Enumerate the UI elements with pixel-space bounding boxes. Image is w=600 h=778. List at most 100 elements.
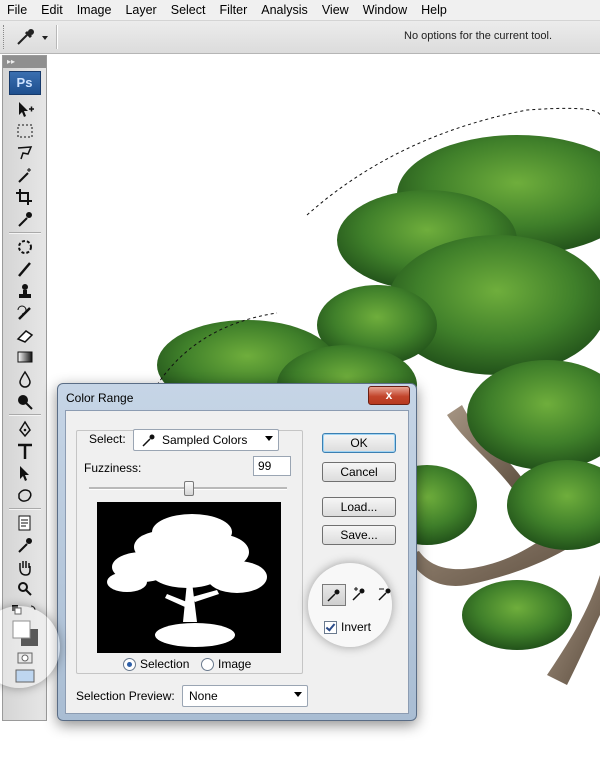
lasso-tool[interactable]	[11, 143, 39, 163]
subtract-eyedropper-button[interactable]	[374, 584, 396, 604]
marquee-tool[interactable]	[11, 121, 39, 141]
fuzziness-input[interactable]: 99	[253, 456, 291, 476]
eyedropper-tool-2[interactable]	[11, 535, 39, 555]
close-button[interactable]: x	[368, 386, 410, 405]
shape-icon	[17, 489, 31, 502]
selection-preview-image	[97, 502, 281, 653]
cancel-button[interactable]: Cancel	[322, 462, 396, 482]
menu-select[interactable]: Select	[164, 0, 213, 20]
healing-brush-tool[interactable]	[11, 237, 39, 257]
menu-help[interactable]: Help	[414, 0, 454, 20]
brush-icon	[17, 262, 31, 277]
gradient-icon	[17, 351, 32, 363]
selection-preview-dropdown[interactable]: None	[182, 685, 308, 707]
eyedropper-icon	[17, 538, 32, 553]
radio-image[interactable]: Image	[201, 657, 251, 671]
invert-checkbox[interactable]	[324, 620, 337, 634]
menu-analysis[interactable]: Analysis	[254, 0, 315, 20]
menu-image[interactable]: Image	[70, 0, 119, 20]
menu-file[interactable]: File	[0, 0, 34, 20]
notes-tool[interactable]	[11, 513, 39, 533]
color-range-dialog: Color Range x Select: Sampled Colors Fuz…	[57, 383, 417, 721]
hand-icon	[18, 561, 31, 576]
rect-marquee-icon	[17, 124, 32, 138]
eraser-tool[interactable]	[11, 325, 39, 345]
pen-tool[interactable]	[11, 419, 39, 439]
crop-icon	[15, 189, 32, 205]
tree-silhouette	[107, 514, 267, 647]
select-value: Sampled Colors	[162, 433, 248, 447]
path-selection-tool[interactable]	[11, 463, 39, 483]
move-icon	[18, 102, 34, 117]
save-button[interactable]: Save...	[322, 525, 396, 545]
toolbox-separator	[8, 414, 41, 416]
magic-wand-icon	[17, 168, 31, 183]
hand-tool[interactable]	[11, 557, 39, 577]
dodge-tool[interactable]	[11, 391, 39, 411]
crop-tool[interactable]	[11, 187, 39, 207]
eyedropper-icon	[17, 29, 48, 45]
eyedropper-icon	[142, 434, 155, 447]
selection-preview-label: Selection Preview:	[76, 689, 175, 703]
type-tool[interactable]	[11, 441, 39, 461]
invert-label: Invert	[341, 620, 372, 634]
fuzziness-label: Fuzziness:	[84, 461, 142, 475]
menu-filter[interactable]: Filter	[212, 0, 254, 20]
selection-preview-value: None	[189, 689, 218, 703]
gradient-tool[interactable]	[11, 347, 39, 367]
clone-stamp-tool[interactable]	[11, 281, 39, 301]
droplet-icon	[18, 370, 31, 388]
dialog-title: Color Range	[66, 391, 134, 405]
fuzziness-slider-thumb[interactable]	[184, 481, 194, 496]
radio-selection-indicator[interactable]	[123, 657, 136, 671]
options-bar: No options for the current tool.	[0, 21, 600, 54]
toolbox-separator	[8, 508, 41, 510]
select-dropdown[interactable]: Sampled Colors	[133, 429, 279, 451]
lasso-icon	[17, 146, 32, 160]
load-button[interactable]: Load...	[322, 497, 396, 517]
zoom-icon	[17, 582, 32, 596]
pen-icon	[18, 420, 31, 438]
toolbox-collapse-handle[interactable]: ▸▸	[3, 56, 46, 68]
eyedropper-tool[interactable]	[11, 209, 39, 229]
menu-window[interactable]: Window	[356, 0, 414, 20]
custom-shape-tool[interactable]	[11, 485, 39, 505]
options-group: Select: Sampled Colors Fuzziness: 99 Sel…	[76, 429, 303, 674]
close-icon: x	[385, 388, 393, 402]
zoom-tool[interactable]	[11, 579, 39, 599]
type-icon	[17, 443, 32, 459]
brush-tool[interactable]	[11, 259, 39, 279]
menu-view[interactable]: View	[315, 0, 356, 20]
ok-button[interactable]: OK	[322, 433, 396, 453]
eyedropper-button[interactable]	[322, 584, 346, 606]
chevron-down-icon	[294, 692, 302, 697]
magic-wand-tool[interactable]	[11, 165, 39, 185]
ps-logo[interactable]: Ps	[8, 71, 41, 95]
radio-image-indicator[interactable]	[201, 657, 214, 671]
path-selection-icon	[19, 466, 29, 481]
radio-selection-label: Selection	[140, 657, 190, 671]
menu-edit[interactable]: Edit	[34, 0, 70, 20]
radio-selection[interactable]: Selection	[123, 657, 189, 671]
note-icon	[18, 515, 30, 531]
chevron-down-icon	[265, 436, 273, 441]
history-brush-tool[interactable]	[11, 303, 39, 323]
options-bar-grip[interactable]	[3, 25, 7, 49]
stamp-icon	[18, 284, 31, 298]
blur-tool[interactable]	[11, 369, 39, 389]
add-eyedropper-button[interactable]	[348, 584, 370, 604]
eyedropper-minus-icon	[378, 588, 391, 601]
radio-image-label: Image	[218, 657, 252, 671]
move-tool[interactable]	[11, 99, 39, 119]
select-label: Select:	[89, 432, 126, 446]
tool-preset-picker[interactable]	[12, 25, 50, 49]
eyedropper-icon	[327, 589, 340, 602]
menu-layer[interactable]: Layer	[118, 0, 163, 20]
dodge-icon	[17, 395, 33, 410]
history-brush-icon	[17, 305, 31, 320]
menu-bar: File Edit Image Layer Select Filter Anal…	[0, 0, 600, 21]
eyedropper-icon	[17, 212, 32, 227]
toolbox-separator	[8, 232, 41, 234]
invert-checkbox-row[interactable]: Invert	[324, 620, 371, 634]
dialog-body: Select: Sampled Colors Fuzziness: 99 Sel…	[65, 410, 409, 714]
